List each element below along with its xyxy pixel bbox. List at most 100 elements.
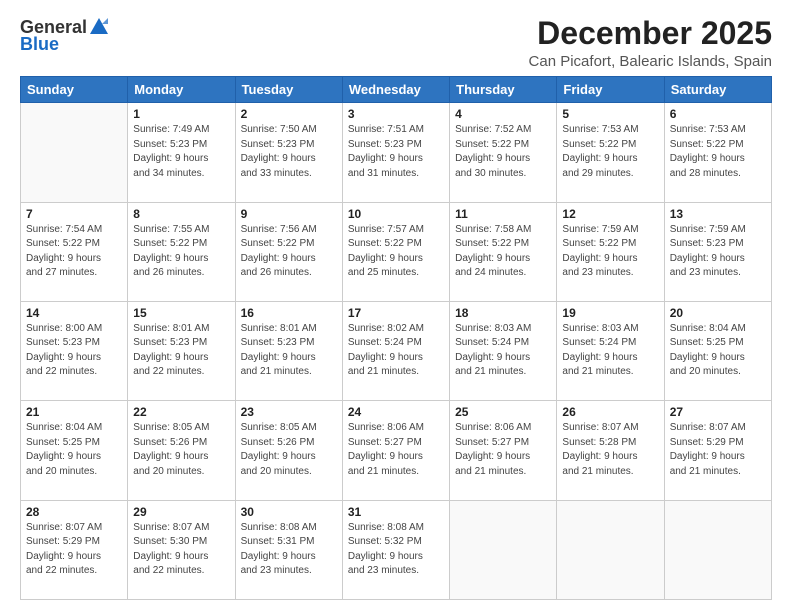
- calendar-header-row: SundayMondayTuesdayWednesdayThursdayFrid…: [21, 77, 772, 103]
- day-info: Sunrise: 8:00 AM Sunset: 5:23 PM Dayligh…: [26, 322, 122, 380]
- main-title: December 2025: [529, 16, 772, 51]
- day-number: 6: [670, 107, 766, 121]
- calendar-day-cell: 20Sunrise: 8:04 AM Sunset: 5:25 PM Dayli…: [664, 301, 771, 400]
- calendar-day-cell: 8Sunrise: 7:55 AM Sunset: 5:22 PM Daylig…: [128, 202, 235, 301]
- day-info: Sunrise: 7:49 AM Sunset: 5:23 PM Dayligh…: [133, 123, 229, 181]
- calendar-day-cell: 26 Sunrise: 8:07 AM Sunset: 5:28 PM Dayli…: [557, 401, 664, 500]
- day-info: Sunrise: 7:53 AM Sunset: 5:22 PM Dayligh…: [670, 123, 766, 181]
- calendar-day-cell: 2 Sunrise: 7:50 AM Sunset: 5:23 PM Daylig…: [235, 103, 342, 202]
- day-info: Sunrise: 8:08 AM Sunset: 5:32 PM Dayligh…: [348, 521, 444, 579]
- day-number: 16: [241, 306, 337, 320]
- subtitle: Can Picafort, Balearic Islands, Spain: [529, 53, 772, 70]
- calendar-day-cell: [450, 500, 557, 599]
- day-info: Sunrise: 7:50 AM Sunset: 5:23 PM Dayligh…: [241, 123, 337, 181]
- day-number: 18: [455, 306, 551, 320]
- calendar-table: SundayMondayTuesdayWednesdayThursdayFrid…: [20, 76, 772, 600]
- day-number: 14: [26, 306, 122, 320]
- day-number: 26: [562, 405, 658, 419]
- day-number: 25: [455, 405, 551, 419]
- page: General Blue December 2025 Can Picafort,…: [0, 0, 792, 612]
- calendar-day-cell: 19 Sunrise: 8:03 AM Sunset: 5:24 PM Dayli…: [557, 301, 664, 400]
- calendar-day-cell: 6 Sunrise: 7:53 AM Sunset: 5:22 PM Daylig…: [664, 103, 771, 202]
- day-number: 7: [26, 207, 122, 221]
- day-info: Sunrise: 8:02 AM Sunset: 5:24 PM Dayligh…: [348, 322, 444, 380]
- day-info: Sunrise: 7:59 AM Sunset: 5:22 PM Dayligh…: [562, 223, 658, 281]
- calendar-day-cell: 7 Sunrise: 7:54 AM Sunset: 5:22 PM Daylig…: [21, 202, 128, 301]
- day-info: Sunrise: 7:51 AM Sunset: 5:23 PM Dayligh…: [348, 123, 444, 181]
- day-info: Sunrise: 7:56 AM Sunset: 5:22 PM Dayligh…: [241, 223, 337, 281]
- calendar-day-header: Monday: [128, 77, 235, 103]
- calendar-day-cell: 10 Sunrise: 7:57 AM Sunset: 5:22 PM Dayli…: [342, 202, 449, 301]
- day-info: Sunrise: 7:58 AM Sunset: 5:22 PM Dayligh…: [455, 223, 551, 281]
- calendar-day-cell: 24 Sunrise: 8:06 AM Sunset: 5:27 PM Dayli…: [342, 401, 449, 500]
- day-number: 10: [348, 207, 444, 221]
- day-number: 22: [133, 405, 229, 419]
- day-number: 29: [133, 505, 229, 519]
- day-info: Sunrise: 8:06 AM Sunset: 5:27 PM Dayligh…: [348, 421, 444, 479]
- calendar-day-cell: 4Sunrise: 7:52 AM Sunset: 5:22 PM Daylig…: [450, 103, 557, 202]
- day-number: 2: [241, 107, 337, 121]
- day-number: 23: [241, 405, 337, 419]
- day-number: 5: [562, 107, 658, 121]
- calendar-day-cell: 31 Sunrise: 8:08 AM Sunset: 5:32 PM Dayli…: [342, 500, 449, 599]
- calendar-day-cell: 3Sunrise: 7:51 AM Sunset: 5:23 PM Daylig…: [342, 103, 449, 202]
- calendar-day-header: Wednesday: [342, 77, 449, 103]
- calendar-week-row: 1 Sunrise: 7:49 AM Sunset: 5:23 PM Daylig…: [21, 103, 772, 202]
- day-info: Sunrise: 8:07 AM Sunset: 5:29 PM Dayligh…: [26, 521, 122, 579]
- day-info: Sunrise: 7:54 AM Sunset: 5:22 PM Dayligh…: [26, 223, 122, 281]
- day-number: 20: [670, 306, 766, 320]
- calendar-day-cell: 23 Sunrise: 8:05 AM Sunset: 5:26 PM Dayli…: [235, 401, 342, 500]
- calendar-day-header: Saturday: [664, 77, 771, 103]
- calendar-day-cell: 9 Sunrise: 7:56 AM Sunset: 5:22 PM Daylig…: [235, 202, 342, 301]
- header: General Blue December 2025 Can Picafort,…: [20, 16, 772, 70]
- calendar-week-row: 7 Sunrise: 7:54 AM Sunset: 5:22 PM Daylig…: [21, 202, 772, 301]
- day-number: 9: [241, 207, 337, 221]
- day-number: 19: [562, 306, 658, 320]
- day-number: 13: [670, 207, 766, 221]
- calendar-day-cell: 28Sunrise: 8:07 AM Sunset: 5:29 PM Dayli…: [21, 500, 128, 599]
- logo: General Blue: [20, 16, 111, 55]
- calendar-week-row: 28Sunrise: 8:07 AM Sunset: 5:29 PM Dayli…: [21, 500, 772, 599]
- calendar-day-cell: 18 Sunrise: 8:03 AM Sunset: 5:24 PM Dayli…: [450, 301, 557, 400]
- day-info: Sunrise: 8:01 AM Sunset: 5:23 PM Dayligh…: [133, 322, 229, 380]
- day-number: 27: [670, 405, 766, 419]
- calendar-day-cell: 17Sunrise: 8:02 AM Sunset: 5:24 PM Dayli…: [342, 301, 449, 400]
- calendar-day-cell: [664, 500, 771, 599]
- day-number: 11: [455, 207, 551, 221]
- calendar-day-cell: [21, 103, 128, 202]
- calendar-day-header: Friday: [557, 77, 664, 103]
- calendar-week-row: 14 Sunrise: 8:00 AM Sunset: 5:23 PM Dayli…: [21, 301, 772, 400]
- day-number: 31: [348, 505, 444, 519]
- day-info: Sunrise: 8:07 AM Sunset: 5:28 PM Dayligh…: [562, 421, 658, 479]
- day-number: 24: [348, 405, 444, 419]
- calendar-day-cell: 14 Sunrise: 8:00 AM Sunset: 5:23 PM Dayli…: [21, 301, 128, 400]
- calendar-day-cell: 5 Sunrise: 7:53 AM Sunset: 5:22 PM Daylig…: [557, 103, 664, 202]
- day-number: 1: [133, 107, 229, 121]
- calendar-day-cell: 22Sunrise: 8:05 AM Sunset: 5:26 PM Dayli…: [128, 401, 235, 500]
- day-info: Sunrise: 8:08 AM Sunset: 5:31 PM Dayligh…: [241, 521, 337, 579]
- calendar-day-cell: 1 Sunrise: 7:49 AM Sunset: 5:23 PM Daylig…: [128, 103, 235, 202]
- calendar-day-cell: 25Sunrise: 8:06 AM Sunset: 5:27 PM Dayli…: [450, 401, 557, 500]
- calendar-day-cell: [557, 500, 664, 599]
- calendar-day-cell: 12 Sunrise: 7:59 AM Sunset: 5:22 PM Dayli…: [557, 202, 664, 301]
- day-info: Sunrise: 7:57 AM Sunset: 5:22 PM Dayligh…: [348, 223, 444, 281]
- calendar-week-row: 21Sunrise: 8:04 AM Sunset: 5:25 PM Dayli…: [21, 401, 772, 500]
- day-number: 12: [562, 207, 658, 221]
- calendar-day-cell: 21Sunrise: 8:04 AM Sunset: 5:25 PM Dayli…: [21, 401, 128, 500]
- day-number: 8: [133, 207, 229, 221]
- calendar-day-cell: 13 Sunrise: 7:59 AM Sunset: 5:23 PM Dayli…: [664, 202, 771, 301]
- day-info: Sunrise: 8:03 AM Sunset: 5:24 PM Dayligh…: [455, 322, 551, 380]
- day-number: 15: [133, 306, 229, 320]
- calendar-day-header: Tuesday: [235, 77, 342, 103]
- day-info: Sunrise: 7:59 AM Sunset: 5:23 PM Dayligh…: [670, 223, 766, 281]
- calendar-day-cell: 29Sunrise: 8:07 AM Sunset: 5:30 PM Dayli…: [128, 500, 235, 599]
- day-number: 30: [241, 505, 337, 519]
- day-info: Sunrise: 8:04 AM Sunset: 5:25 PM Dayligh…: [26, 421, 122, 479]
- logo-blue: Blue: [20, 34, 59, 55]
- calendar-day-header: Sunday: [21, 77, 128, 103]
- day-info: Sunrise: 8:03 AM Sunset: 5:24 PM Dayligh…: [562, 322, 658, 380]
- day-info: Sunrise: 8:05 AM Sunset: 5:26 PM Dayligh…: [241, 421, 337, 479]
- day-info: Sunrise: 8:01 AM Sunset: 5:23 PM Dayligh…: [241, 322, 337, 380]
- calendar-day-header: Thursday: [450, 77, 557, 103]
- day-info: Sunrise: 7:53 AM Sunset: 5:22 PM Dayligh…: [562, 123, 658, 181]
